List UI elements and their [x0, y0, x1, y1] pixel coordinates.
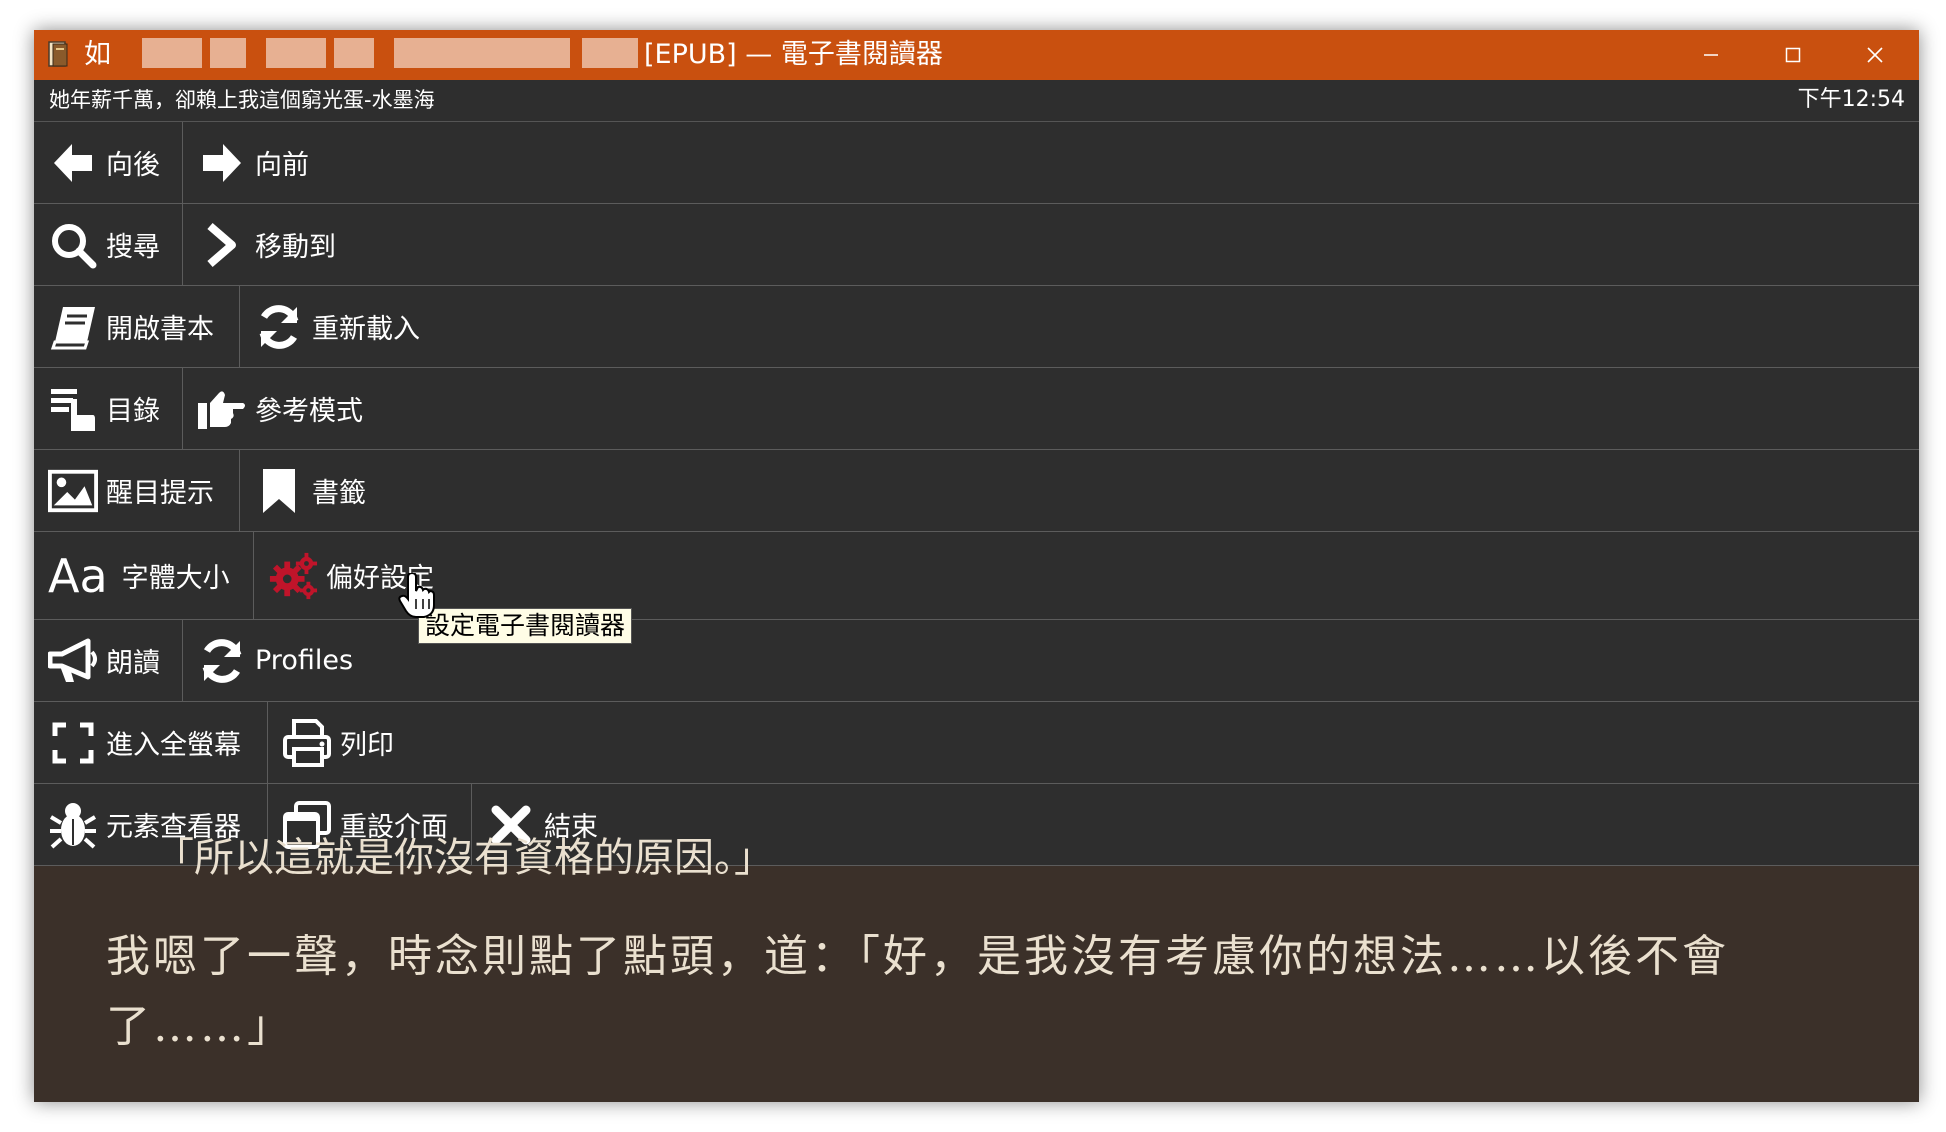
fullscreen-label: 進入全螢幕	[106, 730, 241, 761]
preferences-button[interactable]: 偏好設定	[254, 532, 1919, 619]
back-label: 向後	[106, 150, 160, 181]
toc-button[interactable]: 目錄	[34, 368, 183, 449]
redacted-title-block	[394, 38, 570, 68]
refresh-icon	[197, 636, 247, 686]
menu-row: 朗讀 Profiles	[34, 620, 1919, 702]
reference-mode-label: 參考模式	[255, 396, 363, 427]
status-bar: 她年薪千萬，卻賴上我這個窮光蛋-水墨海 下午12:54	[34, 80, 1919, 122]
megaphone-icon	[48, 636, 98, 686]
search-button[interactable]: 搜尋	[34, 204, 183, 285]
hand-cursor-icon	[398, 573, 435, 618]
fullscreen-button[interactable]: 進入全螢幕	[34, 702, 268, 783]
bookmarks-button[interactable]: 書籤	[240, 450, 1919, 531]
arrow-left-icon	[48, 138, 98, 188]
read-aloud-label: 朗讀	[106, 648, 160, 679]
close-button[interactable]	[1834, 30, 1916, 80]
close-icon	[1867, 47, 1883, 63]
minimize-button[interactable]	[1670, 30, 1752, 80]
toc-label: 目錄	[106, 396, 160, 427]
menu-row: 搜尋 移動到	[34, 204, 1919, 286]
font-size-label: 字體大小	[121, 563, 230, 594]
redacted-title-block	[210, 38, 246, 68]
expand-icon	[48, 718, 98, 768]
profiles-label: Profiles	[255, 645, 354, 676]
menu-row: 開啟書本 重新載入	[34, 286, 1919, 368]
forward-label: 向前	[255, 150, 309, 181]
title-bar: 如 [EPUB] — 電子書閱讀器	[34, 30, 1919, 80]
app-book-icon	[48, 41, 68, 67]
goto-label: 移動到	[255, 232, 336, 263]
menu-row: Aa 字體大小 偏好設定	[34, 532, 1919, 620]
read-aloud-button[interactable]: 朗讀	[34, 620, 183, 701]
font-size-button[interactable]: Aa 字體大小	[34, 532, 254, 619]
maximize-button[interactable]	[1752, 30, 1834, 80]
chevron-right-icon	[197, 220, 247, 270]
redacted-title-block	[582, 38, 638, 68]
forward-button[interactable]: 向前	[183, 122, 1919, 203]
highlights-label: 醒目提示	[106, 478, 214, 509]
reload-label: 重新載入	[312, 314, 420, 345]
partial-text-line: 「所以這就是你沒有資格的原因。」	[154, 835, 774, 881]
highlights-button[interactable]: 醒目提示	[34, 450, 240, 531]
menu-row: 向後 向前	[34, 122, 1919, 204]
menu-row: 醒目提示 書籤	[34, 450, 1919, 532]
clock: 下午12:54	[1797, 87, 1905, 112]
open-book-button[interactable]: 開啟書本	[34, 286, 240, 367]
printer-icon	[282, 718, 332, 768]
table-of-contents-icon	[48, 384, 98, 434]
gears-icon	[268, 551, 318, 601]
search-icon	[48, 220, 98, 270]
open-book-label: 開啟書本	[106, 314, 214, 345]
pointing-hand-icon	[197, 384, 247, 434]
redacted-title-block	[334, 38, 374, 68]
bug-icon	[48, 800, 98, 850]
refresh-icon	[254, 302, 304, 352]
window-title-prefix: 如	[84, 39, 111, 70]
ebook-viewer-window: 如 [EPUB] — 電子書閱讀器 她年薪千萬，卻賴上我這個窮光蛋-水墨海 下午…	[34, 30, 1919, 1102]
redacted-title-block	[142, 38, 202, 68]
image-icon	[48, 466, 98, 516]
minimize-icon	[1704, 54, 1718, 56]
font-size-glyph: Aa	[48, 548, 108, 603]
menu-row: 目錄 參考模式	[34, 368, 1919, 450]
menu-row: 進入全螢幕 列印	[34, 702, 1919, 784]
search-label: 搜尋	[106, 232, 160, 263]
window-title: [EPUB] — 電子書閱讀器	[644, 39, 943, 70]
reload-button[interactable]: 重新載入	[240, 286, 1919, 367]
maximize-icon	[1785, 47, 1801, 63]
book-icon	[48, 302, 98, 352]
print-label: 列印	[340, 730, 394, 761]
arrow-right-icon	[197, 138, 247, 188]
book-title: 她年薪千萬，卻賴上我這個窮光蛋-水墨海	[49, 88, 435, 112]
reading-area[interactable]: 「所以這就是你沒有資格的原因。」 我嗯了一聲，時念則點了點頭，道：「好，是我沒有…	[34, 835, 1919, 1102]
bookmark-icon	[254, 466, 304, 516]
redacted-title-block	[266, 38, 326, 68]
preferences-tooltip: 設定電子書閱讀器	[418, 608, 633, 644]
back-button[interactable]: 向後	[34, 122, 183, 203]
bookmarks-label: 書籤	[312, 478, 366, 509]
print-button[interactable]: 列印	[268, 702, 1919, 783]
reference-mode-button[interactable]: 參考模式	[183, 368, 1919, 449]
book-paragraph: 我嗯了一聲，時念則點了點頭，道：「好，是我沒有考慮你的想法……以後不會了……」	[106, 931, 1729, 1052]
actions-menu: 向後 向前 搜尋 移動到 開啟書本 重新載入 目錄 參考模式 醒目提示 書籤 A…	[34, 122, 1919, 866]
goto-button[interactable]: 移動到	[183, 204, 1919, 285]
